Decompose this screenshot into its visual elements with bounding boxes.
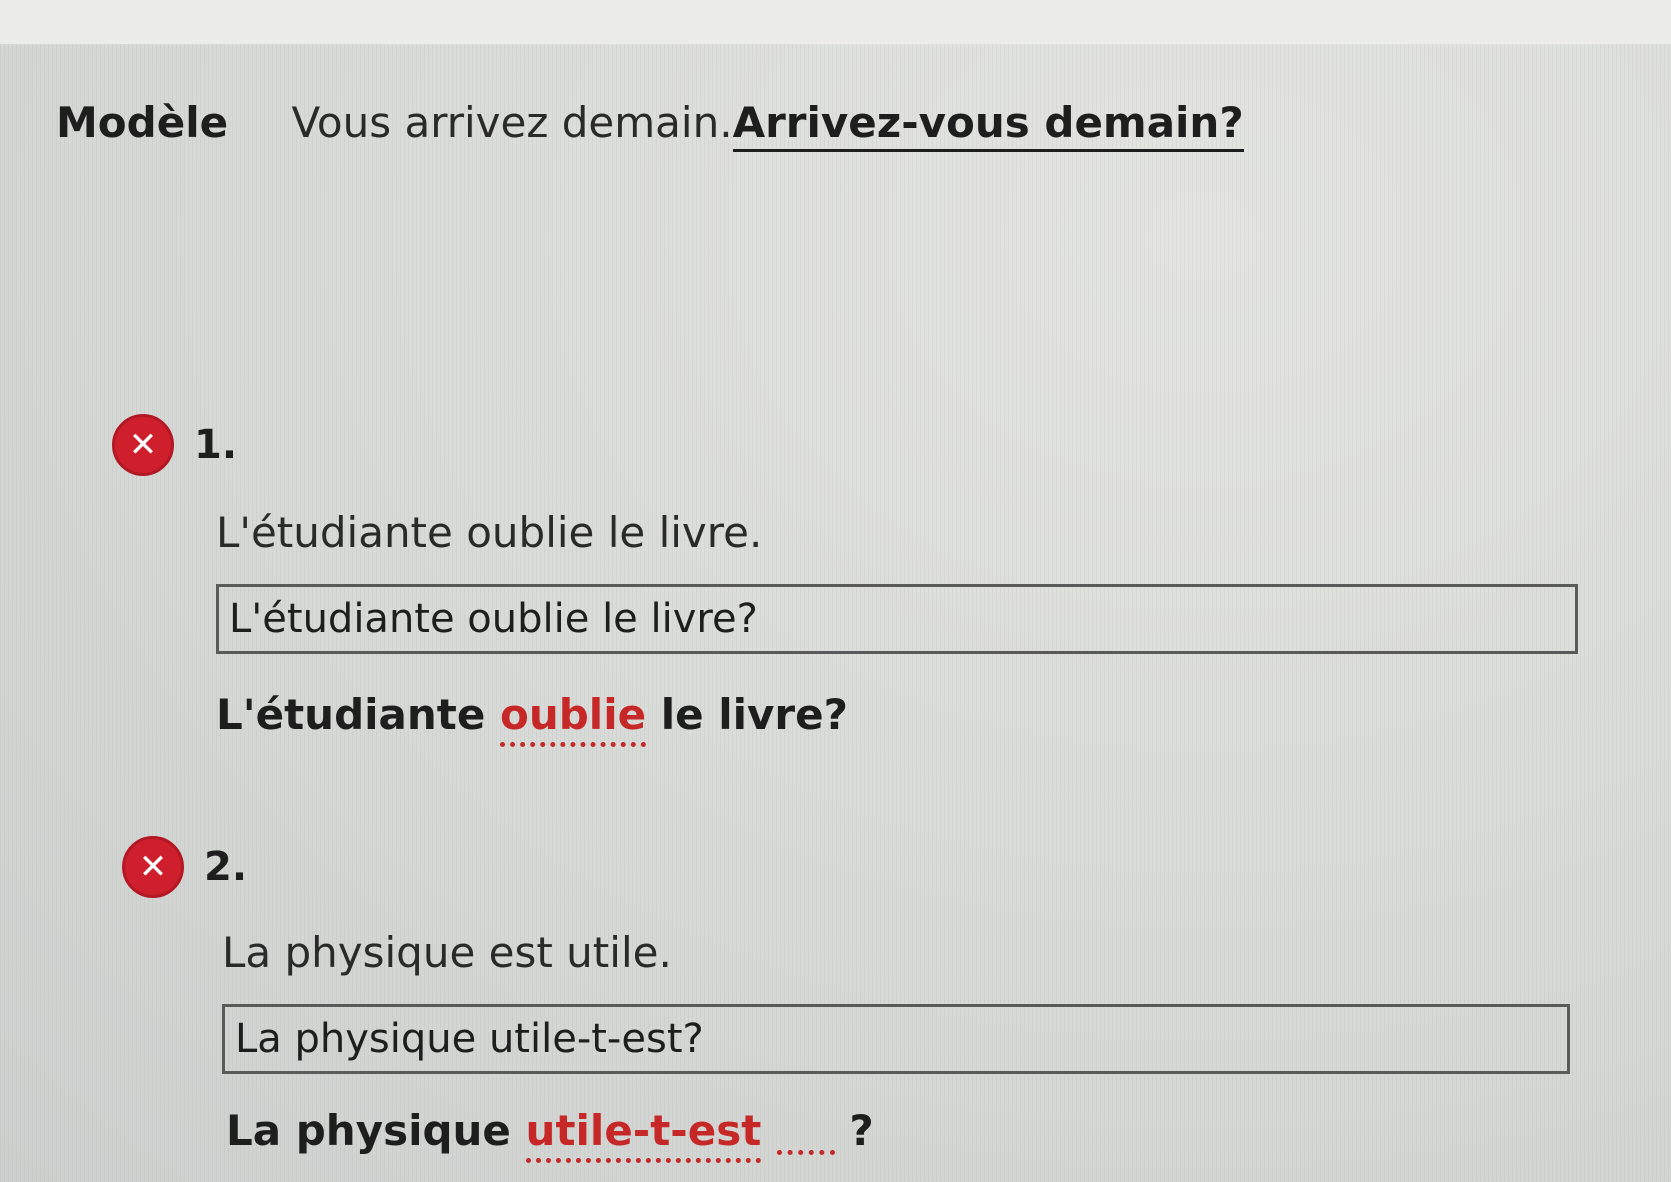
item-1-correction-after: le livre? [646, 690, 848, 739]
item-2-prompt: La physique est utile. [222, 928, 672, 977]
item-1-correction-before: L'étudiante [216, 690, 500, 739]
modele-sentence: Vous arrivez demain. [291, 98, 733, 147]
item-1-prompt: L'étudiante oublie le livre. [216, 508, 763, 557]
item-2-correction-blank [777, 1144, 836, 1155]
item-1-header: ✕ 1. [112, 414, 237, 476]
item-2-number: 2. [204, 844, 248, 890]
item-1-correction: L'étudiante oublie le livre? [216, 690, 848, 747]
modele-row: Modèle Vous arrivez demain.Arrivez-vous … [56, 98, 1244, 152]
item-2-correction-before: La physique [226, 1106, 526, 1155]
item-1-correction-mistake: oublie [499, 690, 647, 747]
x-circle-icon: ✕ [112, 414, 174, 476]
item-1-number: 1. [194, 422, 238, 468]
x-circle-icon: ✕ [122, 836, 184, 898]
exercise-page: Modèle Vous arrivez demain.Arrivez-vous … [0, 0, 1671, 1182]
item-2-correction-after: ? [849, 1106, 874, 1155]
modele-answer: Arrivez-vous demain? [732, 98, 1244, 152]
item-2-header: ✕ 2. [122, 836, 247, 898]
item-2-correction: La physique utile-t-est? [226, 1106, 874, 1163]
item-2-answer-field[interactable] [222, 1004, 1570, 1074]
item-1-answer-field[interactable] [216, 584, 1578, 654]
modele-label: Modèle [56, 98, 229, 147]
item-2-correction-mistake: utile-t-est [525, 1106, 762, 1163]
